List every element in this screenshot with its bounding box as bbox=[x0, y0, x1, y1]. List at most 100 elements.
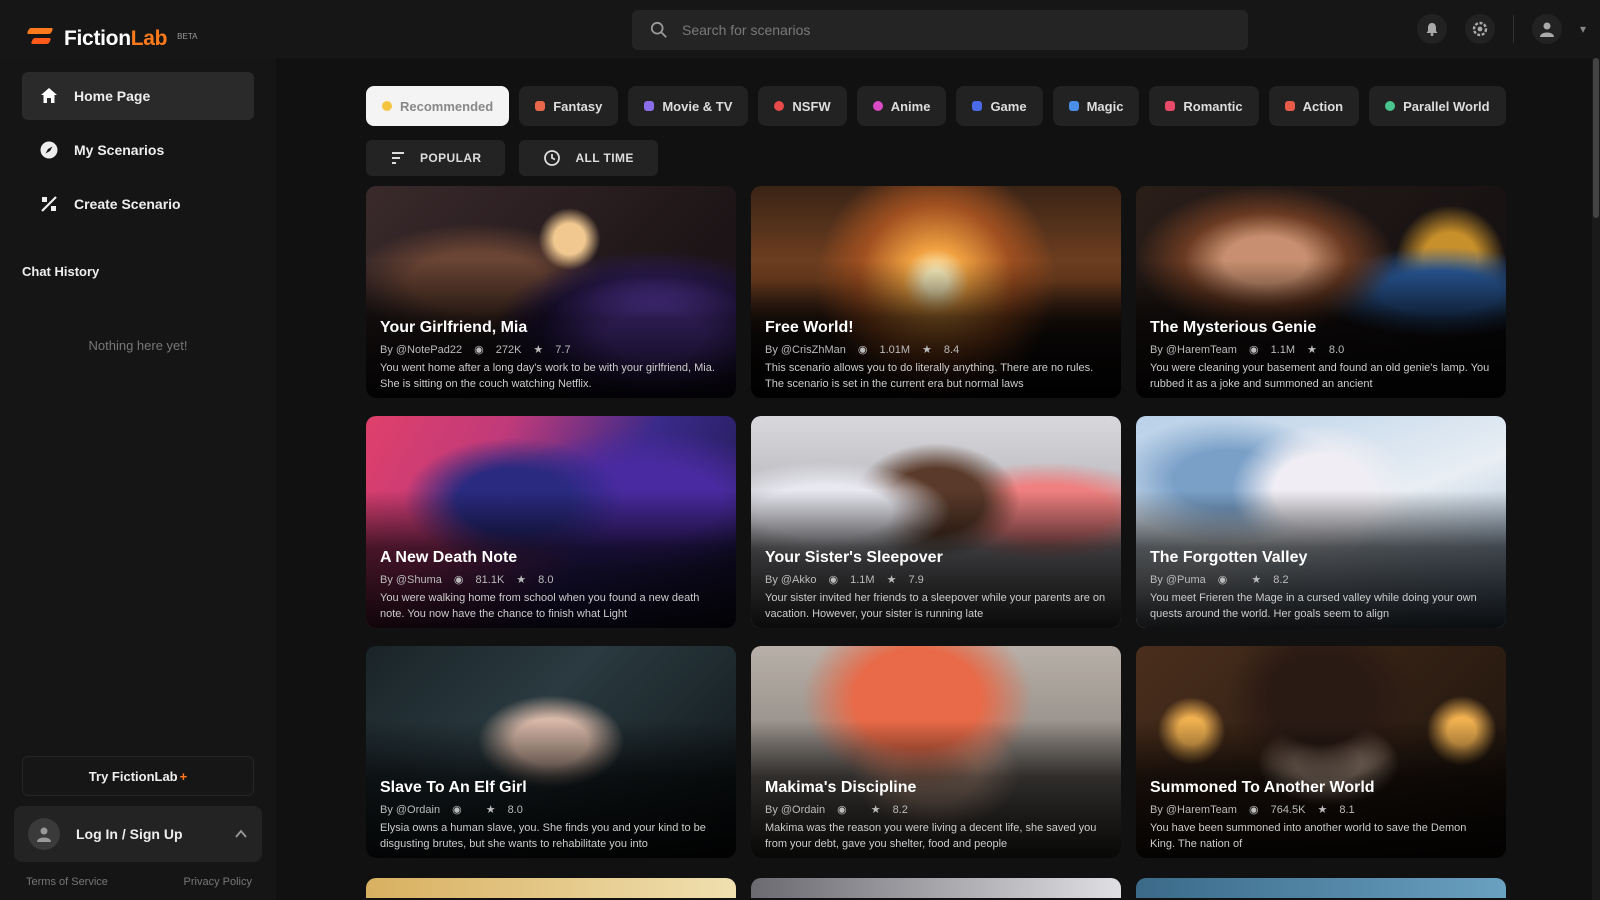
scenario-description: Makima was the reason you were living a … bbox=[765, 822, 1097, 850]
scenario-title: Summoned To Another World bbox=[1150, 779, 1375, 796]
scenario-description: You were cleaning your basement and foun… bbox=[1150, 362, 1490, 390]
brand-logo[interactable]: FictionLab BETA bbox=[26, 24, 197, 54]
time-range-button[interactable]: ALL TIME bbox=[519, 140, 658, 176]
top-right-icons: ▾ bbox=[1416, 14, 1586, 44]
tab-anime[interactable]: Anime bbox=[856, 86, 947, 126]
castle-icon bbox=[535, 101, 546, 111]
scenario-card[interactable]: Your Sister's Sleepover By @Akko ◉ 1.1M ★ 7.… bbox=[751, 416, 1121, 628]
try-fictionlab-plus-button[interactable]: Try FictionLab + bbox=[22, 756, 254, 796]
scrollbar[interactable] bbox=[1592, 58, 1600, 900]
sidebar-item-label: Home Page bbox=[74, 88, 151, 104]
eye-icon: ◉ bbox=[857, 344, 868, 356]
sort-popular-button[interactable]: POPULAR bbox=[366, 140, 506, 176]
sidebar-item-create-scenario[interactable]: Create Scenario bbox=[22, 180, 254, 228]
scenario-card[interactable]: A New Death Note By @Shuma ◉ 81.1K ★ 8.0 You… bbox=[366, 416, 736, 628]
star-icon bbox=[382, 101, 392, 111]
scrollbar-thumb[interactable] bbox=[1593, 58, 1599, 218]
scenario-card[interactable]: Slave To An Elf Girl By @Ordain ◉ ★ 8.0 Ely… bbox=[366, 646, 736, 858]
sidebar-item-label: Create Scenario bbox=[74, 196, 181, 212]
clock-icon bbox=[544, 150, 561, 166]
star-icon: ★ bbox=[1251, 574, 1262, 586]
scenario-author: By @Ordain bbox=[380, 803, 441, 816]
create-tools-icon bbox=[38, 193, 60, 215]
divider bbox=[1512, 15, 1514, 43]
tab-movie-tv[interactable]: Movie & TV bbox=[628, 86, 749, 126]
privacy-link[interactable]: Privacy Policy bbox=[184, 876, 252, 888]
scenario-author: By @NotePad22 bbox=[380, 343, 463, 356]
chevron-up-icon[interactable] bbox=[234, 827, 248, 841]
tab-fantasy[interactable]: Fantasy bbox=[519, 86, 619, 126]
rose-icon bbox=[1165, 101, 1176, 111]
footer-links: Terms of Service Privacy Policy bbox=[26, 876, 252, 888]
tab-game[interactable]: Game bbox=[956, 86, 1043, 126]
eye-icon: ◉ bbox=[1248, 344, 1259, 356]
eye-icon: ◉ bbox=[453, 574, 464, 586]
scenario-card[interactable]: Your Girlfriend, Mia By @NotePad22 ◉ 272K ★… bbox=[366, 186, 736, 398]
scenario-title: Your Sister's Sleepover bbox=[765, 549, 943, 566]
tab-romantic[interactable]: Romantic bbox=[1149, 86, 1259, 126]
scenario-card[interactable]: Summoned To Another World By @HaremTeam ◉… bbox=[1136, 646, 1506, 858]
chevron-down-icon[interactable]: ▾ bbox=[1580, 22, 1586, 36]
scenario-description: Elysia owns a human slave, you. She find… bbox=[380, 822, 706, 850]
star-icon: ★ bbox=[1317, 804, 1328, 816]
user-avatar-icon[interactable] bbox=[1531, 14, 1562, 44]
eye-icon: ◉ bbox=[1217, 574, 1228, 586]
scenario-rating: 8.2 bbox=[892, 803, 908, 816]
eye-icon: ◉ bbox=[452, 804, 462, 816]
scenario-card[interactable]: Free World! By @CrisZhMan ◉ 1.01M ★ 8.4 This… bbox=[751, 186, 1121, 398]
scenario-card-peek[interactable] bbox=[751, 878, 1121, 898]
login-label: Log In / Sign Up bbox=[76, 826, 183, 842]
scenario-description: You meet Frieren the Mage in a cursed va… bbox=[1150, 592, 1477, 620]
main-content: Recommended Fantasy Movie & TV NSFW Anim… bbox=[276, 58, 1592, 900]
scenario-description: You went home after a long day's work to… bbox=[380, 362, 715, 390]
tab-action[interactable]: Action bbox=[1268, 86, 1360, 126]
scenario-title: A New Death Note bbox=[380, 549, 518, 566]
star-icon: ★ bbox=[886, 574, 897, 586]
game-controller-icon bbox=[972, 101, 983, 111]
search-input[interactable] bbox=[682, 22, 1182, 38]
scenario-card-peek[interactable] bbox=[366, 878, 736, 898]
home-icon bbox=[38, 85, 60, 107]
scenario-rating: 8.1 bbox=[1339, 803, 1355, 816]
scenario-views: 764.5K bbox=[1270, 803, 1306, 816]
scenario-views: 1.01M bbox=[879, 343, 911, 356]
scenario-description: This scenario allows you to do literally… bbox=[765, 362, 1094, 390]
scenario-author: By @HaremTeam bbox=[1150, 803, 1237, 816]
compass-icon bbox=[38, 139, 60, 161]
beta-badge: BETA bbox=[177, 31, 198, 41]
chat-history-title: Chat History bbox=[22, 264, 100, 279]
scenario-description: Your sister invited her friends to a sle… bbox=[765, 592, 1106, 620]
settings-gear-icon[interactable] bbox=[1464, 14, 1495, 44]
star-icon: ★ bbox=[533, 344, 544, 356]
tab-parallel-world[interactable]: Parallel World bbox=[1369, 86, 1506, 126]
star-icon: ★ bbox=[516, 574, 527, 586]
globe-icon bbox=[1385, 101, 1396, 111]
scenario-card[interactable]: The Mysterious Genie By @HaremTeam ◉ 1.1M ★… bbox=[1136, 186, 1506, 398]
scenario-card-peek[interactable] bbox=[1136, 878, 1506, 898]
star-icon: ★ bbox=[922, 344, 932, 356]
tab-nsfw[interactable]: NSFW bbox=[758, 86, 847, 126]
scenario-card[interactable]: The Forgotten Valley By @Puma ◉ ★ 8.2 You m… bbox=[1136, 416, 1506, 628]
notification-bell-icon[interactable] bbox=[1416, 14, 1447, 44]
search-bar[interactable] bbox=[632, 10, 1248, 50]
scenario-views: 1.1M bbox=[850, 573, 875, 586]
sidebar-item-my-scenarios[interactable]: My Scenarios bbox=[22, 126, 254, 174]
login-signup-button[interactable]: Log In / Sign Up bbox=[14, 806, 262, 862]
eye-icon: ◉ bbox=[828, 574, 839, 586]
sidebar-item-home[interactable]: Home Page bbox=[22, 72, 254, 120]
nsfw-icon bbox=[774, 101, 785, 111]
terms-link[interactable]: Terms of Service bbox=[26, 876, 108, 888]
sidebar-item-label: My Scenarios bbox=[74, 142, 165, 158]
plus-badge: + bbox=[179, 768, 188, 784]
fictionlab-logo-icon bbox=[26, 24, 56, 54]
scenario-author: By @HaremTeam bbox=[1150, 343, 1237, 356]
top-bar: FictionLab BETA ▾ bbox=[0, 0, 1600, 58]
scenario-rating: 8.2 bbox=[1273, 573, 1289, 586]
tab-magic[interactable]: Magic bbox=[1052, 86, 1140, 126]
try-label: Try FictionLab bbox=[88, 768, 178, 784]
scenario-views: 1.1M bbox=[1270, 343, 1296, 356]
scenario-card[interactable]: Makima's Discipline By @Ordain ◉ ★ 8.2 Maki… bbox=[751, 646, 1121, 858]
tab-recommended[interactable]: Recommended bbox=[366, 86, 510, 126]
star-icon: ★ bbox=[870, 804, 881, 816]
scenario-author: By @Akko bbox=[765, 573, 817, 586]
